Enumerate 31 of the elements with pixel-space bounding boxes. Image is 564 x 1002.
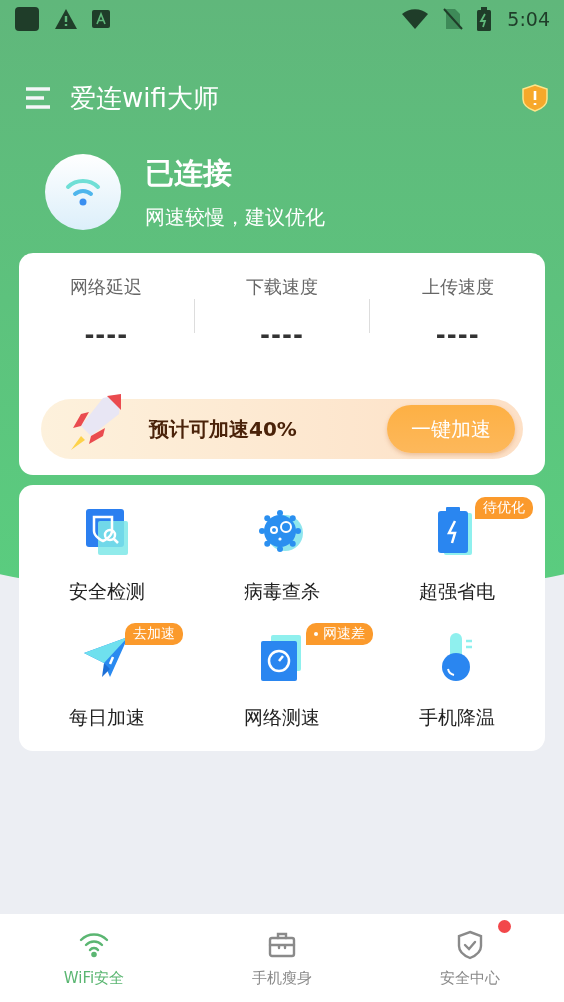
feature-label[interactable]: 病毒查杀 — [244, 579, 320, 605]
battery-charging-icon — [477, 7, 492, 31]
stat-value: ---- — [84, 321, 129, 349]
warning-icon — [54, 8, 78, 30]
keyboard-icon — [92, 10, 110, 28]
feature-tag: 待优化 — [475, 497, 534, 519]
feature-label[interactable]: 手机降温 — [419, 705, 496, 731]
stat-value: ---- — [260, 321, 304, 349]
stat-label: 下载速度 — [246, 275, 318, 299]
stat-value: ---- — [435, 321, 480, 349]
nav-tab[interactable]: 安全中心 — [376, 914, 564, 1002]
app-notification-icon — [14, 6, 40, 32]
feature-label[interactable]: 超强省电 — [419, 579, 496, 605]
connection-hint: 网速较慢，建议优化 — [145, 203, 325, 231]
stat-label: 网络延迟 — [70, 275, 143, 299]
feature-label[interactable]: 每日加速 — [68, 705, 145, 731]
feature-tag: 去加速 — [124, 623, 183, 645]
nav-tab[interactable]: 手机瘦身 — [188, 914, 376, 1002]
feature-tag: 网速差 — [306, 623, 373, 645]
menu-icon[interactable] — [24, 86, 52, 110]
stat-label: 上传速度 — [421, 275, 494, 299]
no-sim-icon — [443, 8, 464, 30]
feature-label[interactable]: 网络测速 — [244, 705, 320, 731]
boost-estimate: 预计可加速40% — [149, 415, 298, 443]
app-title: 爱连wifi大师 — [70, 81, 220, 115]
connection-status: 已连接 — [145, 154, 233, 192]
wifi-signal-icon — [401, 8, 430, 30]
wifi-icon — [65, 177, 101, 207]
feature-label[interactable]: 安全检测 — [68, 579, 145, 605]
clock-time: 5:04 — [507, 8, 550, 30]
shield-alert-icon[interactable] — [522, 84, 548, 112]
